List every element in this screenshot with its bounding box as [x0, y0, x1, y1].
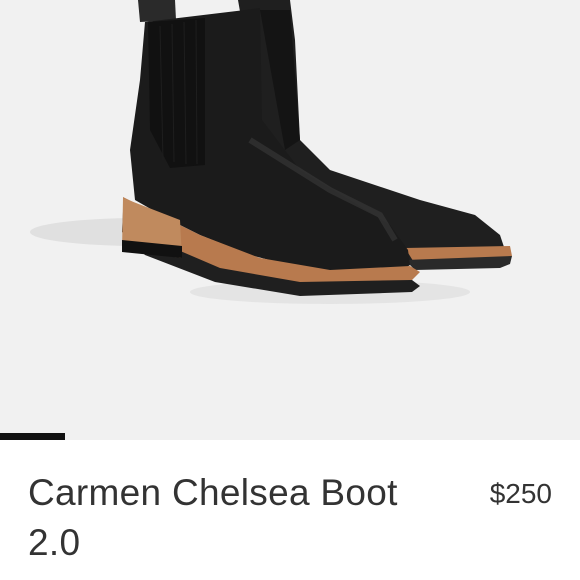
product-title: Carmen Chelsea Boot 2.0 — [28, 472, 398, 563]
boots-illustration — [30, 0, 512, 304]
product-price: $250 — [489, 478, 552, 509]
carousel-indicator-active — [0, 433, 65, 440]
product-image[interactable] — [0, 0, 580, 440]
carousel-indicator — [0, 433, 580, 440]
